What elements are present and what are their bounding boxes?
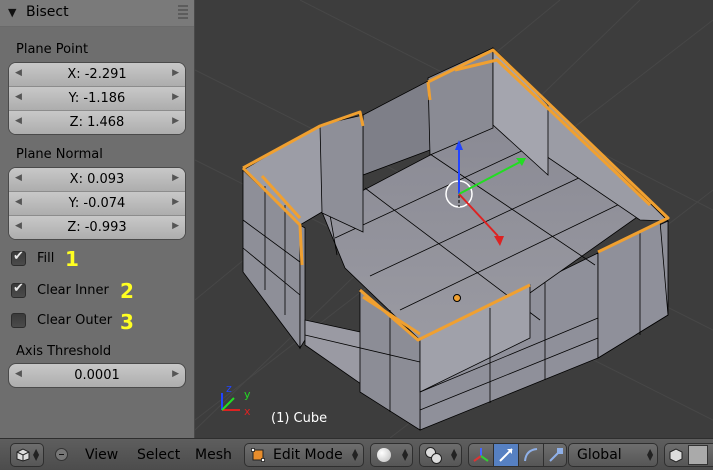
scale-manipulator-icon[interactable] [544,444,567,466]
increment-arrow-icon[interactable]: ▶ [172,197,179,207]
transform-orientation-selector[interactable]: Global ▲ ▼ [568,443,658,467]
editor-type-button[interactable]: ▲ ▼ [10,443,44,467]
clear-outer-checkbox[interactable] [11,313,26,328]
plane-normal-y-field[interactable]: ◀ Y: -0.074 ▶ [9,192,185,216]
axis-threshold-label: Axis Threshold [16,344,112,359]
collapse-menus-icon[interactable] [55,448,68,461]
menu-view[interactable]: View [85,447,118,463]
annotation-1: 1 [65,247,79,271]
increment-arrow-icon[interactable]: ▶ [172,68,179,78]
solid-shading-icon [377,448,391,462]
plane-normal-label: Plane Normal [16,147,103,162]
manipulator-group [468,443,567,467]
check-icon: ✔ [13,281,24,296]
plane-normal-vector: ◀ X: 0.093 ▶ ◀ Y: -0.074 ▶ ◀ Z: -0.993 ▶ [8,167,186,240]
fill-checkbox[interactable]: ✔ [11,249,26,266]
plane-point-x-field[interactable]: ◀ X: -2.291 ▶ [9,63,185,87]
drag-grip-icon[interactable] [178,5,188,19]
orientation-label: Global [577,447,622,463]
axis-y-label: y [244,388,251,401]
clear-outer-label: Clear Outer [37,313,113,328]
plane-normal-x-field[interactable]: ◀ X: 0.093 ▶ [9,168,185,192]
mode-label: Edit Mode [273,447,343,463]
mode-selector[interactable]: Edit Mode ▲ ▼ [244,443,364,467]
edit-mode-icon [251,448,265,462]
clear-inner-checkbox[interactable]: ✔ [11,281,26,298]
plane-point-vector: ◀ X: -2.291 ▶ ◀ Y: -1.186 ▶ ◀ Z: 1.468 ▶ [8,62,186,135]
axis-x-label: x [244,405,251,418]
bisect-operator-panel: ▼ Bisect Plane Point ◀ X: -2.291 ▶ ◀ Y: -1.… [0,0,195,438]
updown-arrow-icon: ▲ ▼ [451,447,458,462]
object-info-text: (1) Cube [271,411,328,426]
menu-select[interactable]: Select [137,447,180,463]
check-icon: ✔ [13,249,24,264]
layer-block-icon[interactable] [688,445,708,465]
axis-z-label: z [226,382,232,395]
translate-manipulator-icon[interactable] [494,444,519,466]
fill-label: Fill [37,251,55,266]
pivot-point-selector[interactable]: ▲ ▼ [419,443,462,467]
clear-inner-label: Clear Inner [37,283,109,298]
updown-arrow-icon: ▲ ▼ [647,447,654,462]
increment-arrow-icon[interactable]: ▶ [172,369,179,379]
increment-arrow-icon[interactable]: ▶ [172,116,179,126]
menu-mesh[interactable]: Mesh [195,447,232,463]
increment-arrow-icon[interactable]: ▶ [172,92,179,102]
layer-icon[interactable] [668,447,684,463]
axis-threshold-field[interactable]: ◀ 0.0001 ▶ [8,363,186,388]
object-origin [453,294,461,302]
increment-arrow-icon[interactable]: ▶ [172,221,179,231]
plane-point-label: Plane Point [16,42,89,57]
plane-point-y-field[interactable]: ◀ Y: -1.186 ▶ [9,87,185,111]
increment-arrow-icon[interactable]: ▶ [172,173,179,183]
manipulator-toggle-icon[interactable] [469,444,494,466]
rotate-manipulator-icon[interactable] [519,444,544,466]
annotation-3: 3 [120,310,134,334]
panel-title: Bisect [26,4,69,20]
viewport-shading-selector[interactable]: ▲ ▼ [370,443,413,467]
updown-arrow-icon: ▲ ▼ [402,447,409,462]
updown-arrow-icon: ▲ ▼ [352,447,359,462]
3d-view-editor-icon [16,448,30,462]
panel-header[interactable]: ▼ Bisect [0,0,194,27]
layer-buttons [664,443,713,467]
plane-normal-z-field[interactable]: ◀ Z: -0.993 ▶ [9,216,185,239]
updown-arrow-icon: ▲ ▼ [33,447,40,462]
viewport-header-toolbar: ▲ ▼ View Select Mesh Edit Mode ▲ ▼ ▲ ▼ ▲ ▼ [0,438,713,470]
plane-point-z-field[interactable]: ◀ Z: 1.468 ▶ [9,111,185,134]
annotation-2: 2 [120,279,134,303]
collapse-triangle-icon[interactable]: ▼ [8,6,16,19]
